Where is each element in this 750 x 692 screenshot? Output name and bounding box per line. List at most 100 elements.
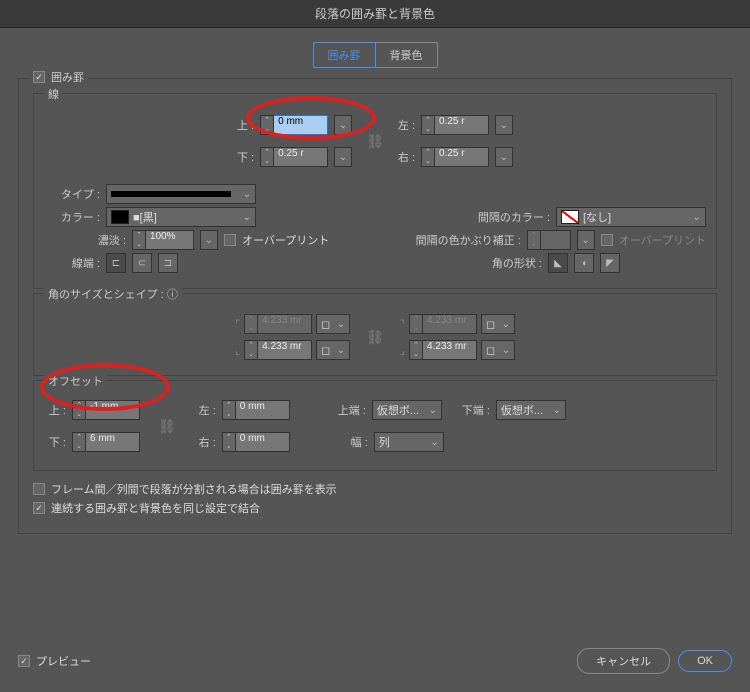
width-dropdown[interactable]: 列 bbox=[374, 432, 444, 452]
join-bevel-icon[interactable]: ◤ bbox=[600, 253, 620, 273]
corner-tl-shape[interactable]: ◻ bbox=[316, 314, 350, 334]
corner-bl-shape[interactable]: ◻ bbox=[316, 340, 350, 360]
stroke-bottom-input[interactable]: 0.25 r bbox=[274, 147, 328, 167]
topedge-label: 上端 : bbox=[338, 402, 366, 418]
link-icon[interactable]: ⛓ bbox=[366, 133, 384, 150]
stroke-top-label: 上 : bbox=[237, 117, 254, 133]
tint-unit[interactable] bbox=[200, 230, 218, 250]
offset-bottom-input[interactable]: 6 mm bbox=[86, 432, 140, 452]
cap-label: 線端 : bbox=[44, 255, 100, 271]
gap-tint-unit bbox=[577, 230, 595, 250]
tint-stepper[interactable]: ⌃⌄ bbox=[132, 230, 146, 250]
corner-bl-icon: ⌞ bbox=[235, 344, 240, 357]
offset-bottom-stepper[interactable]: ⌃⌄ bbox=[72, 432, 86, 452]
stroke-type-dropdown[interactable] bbox=[106, 184, 256, 204]
corner-tl-input: 4.233 mr bbox=[258, 314, 312, 334]
swatch-none bbox=[561, 210, 579, 224]
offset-left-input[interactable]: 0 mm bbox=[236, 400, 290, 420]
corner-tr-stepper: ⌃⌄ bbox=[409, 314, 423, 334]
stroke-bottom-unit[interactable] bbox=[334, 147, 352, 167]
corner-bl-stepper[interactable]: ⌃⌄ bbox=[244, 340, 258, 360]
join-miter-icon[interactable]: ◣ bbox=[548, 253, 568, 273]
stroke-top-stepper[interactable]: ⌃⌄ bbox=[260, 115, 274, 135]
color-label: カラー : bbox=[44, 209, 100, 225]
tab-border[interactable]: 囲み罫 bbox=[313, 42, 376, 68]
join-round-icon[interactable]: ◖ bbox=[574, 253, 594, 273]
cap-butt-icon[interactable]: ⊏ bbox=[106, 253, 126, 273]
stroke-color-dropdown[interactable]: ■[黒] bbox=[106, 207, 256, 227]
cancel-button[interactable]: キャンセル bbox=[577, 648, 670, 674]
gap-overprint-label: オーバープリント bbox=[619, 232, 706, 248]
offset-left-label: 左 : bbox=[194, 402, 216, 418]
corner-bl-input[interactable]: 4.233 mr bbox=[258, 340, 312, 360]
gap-overprint-checkbox bbox=[601, 234, 613, 246]
corner-br-shape[interactable]: ◻ bbox=[481, 340, 515, 360]
merge-label: 連続する囲み罫と背景色を同じ設定で結合 bbox=[51, 500, 260, 516]
tint-label: 濃淡 : bbox=[56, 232, 126, 248]
stroke-right-unit[interactable] bbox=[495, 147, 513, 167]
width-label: 幅 : bbox=[338, 434, 368, 450]
gap-tint-label: 間隔の色かぶり補正 : bbox=[416, 232, 521, 248]
stroke-bottom-label: 下 : bbox=[237, 149, 254, 165]
gap-tint-stepper: ⌃⌄ bbox=[527, 230, 541, 250]
bottomedge-dropdown[interactable]: 仮想ボ... bbox=[496, 400, 566, 420]
offset-right-input[interactable]: 0 mm bbox=[236, 432, 290, 452]
offset-top-stepper[interactable]: ⌃⌄ bbox=[72, 400, 86, 420]
stroke-right-stepper[interactable]: ⌃⌄ bbox=[421, 147, 435, 167]
offset-top-input[interactable]: -1 mm bbox=[86, 400, 140, 420]
stroke-left-stepper[interactable]: ⌃⌄ bbox=[421, 115, 435, 135]
stroke-top-unit[interactable] bbox=[334, 115, 352, 135]
corner-tr-input: 4.233 mr bbox=[423, 314, 477, 334]
stroke-top-input[interactable]: 0 mm bbox=[274, 115, 328, 135]
corners-group: 角のサイズとシェイプ : ⓘ ⌜ ⌃⌄4.233 mr ◻ ⌞ ⌃⌄4.233 … bbox=[33, 293, 717, 376]
enable-border-checkbox[interactable] bbox=[33, 71, 45, 83]
gap-color-dropdown[interactable]: [なし] bbox=[556, 207, 706, 227]
preview-label: プレビュー bbox=[36, 653, 91, 669]
offset-group: オフセット 上 : ⌃⌄-1 mm 下 : ⌃⌄6 mm ⛓ 左 : ⌃⌄0 m… bbox=[33, 380, 717, 471]
preview-checkbox[interactable] bbox=[18, 655, 30, 667]
offset-top-label: 上 : bbox=[44, 402, 66, 418]
stroke-right-input[interactable]: 0.25 r bbox=[435, 147, 489, 167]
stroke-group: 線 上 : ⌃⌄ 0 mm 下 : ⌃⌄ 0.25 r bbox=[33, 93, 717, 289]
corner-br-input[interactable]: 4.233 mr bbox=[423, 340, 477, 360]
topedge-dropdown[interactable]: 仮想ボ... bbox=[372, 400, 442, 420]
window-title: 段落の囲み罫と背景色 bbox=[0, 0, 750, 28]
stroke-right-label: 右 : bbox=[398, 149, 415, 165]
offset-legend: オフセット bbox=[44, 373, 107, 389]
stroke-type-preview bbox=[111, 191, 231, 197]
type-label: タイプ : bbox=[44, 186, 100, 202]
split-checkbox[interactable] bbox=[33, 483, 45, 495]
corner-br-stepper[interactable]: ⌃⌄ bbox=[409, 340, 423, 360]
corner-tl-icon: ⌜ bbox=[235, 318, 240, 331]
stroke-left-input[interactable]: 0.25 r bbox=[435, 115, 489, 135]
offset-right-stepper[interactable]: ⌃⌄ bbox=[222, 432, 236, 452]
corners-legend: 角のサイズとシェイプ : ⓘ bbox=[44, 286, 182, 302]
tint-input[interactable]: 100% bbox=[146, 230, 194, 250]
swatch-black bbox=[111, 210, 129, 224]
offset-link-icon[interactable]: ⛓ bbox=[158, 418, 176, 435]
tab-background[interactable]: 背景色 bbox=[376, 42, 438, 68]
cap-round-icon[interactable]: ⊂ bbox=[132, 253, 152, 273]
split-label: フレーム間／列間で段落が分割される場合は囲み罫を表示 bbox=[51, 481, 337, 497]
stroke-legend: 線 bbox=[44, 86, 63, 102]
enable-border-label: 囲み罫 bbox=[51, 69, 84, 85]
corner-tr-icon: ⌝ bbox=[400, 318, 405, 331]
overprint-checkbox[interactable] bbox=[224, 234, 236, 246]
merge-checkbox[interactable] bbox=[33, 502, 45, 514]
overprint-label: オーバープリント bbox=[242, 232, 329, 248]
bottomedge-label: 下端 : bbox=[462, 402, 490, 418]
ok-button[interactable]: OK bbox=[678, 650, 732, 672]
tabs: 囲み罫背景色 bbox=[0, 28, 750, 78]
footer: プレビュー キャンセル OK bbox=[0, 638, 750, 692]
stroke-left-unit[interactable] bbox=[495, 115, 513, 135]
corner-br-icon: ⌟ bbox=[400, 344, 405, 357]
offset-right-label: 右 : bbox=[194, 434, 216, 450]
corner-tr-shape[interactable]: ◻ bbox=[481, 314, 515, 334]
offset-left-stepper[interactable]: ⌃⌄ bbox=[222, 400, 236, 420]
cap-square-icon[interactable]: ⊐ bbox=[158, 253, 178, 273]
stroke-bottom-stepper[interactable]: ⌃⌄ bbox=[260, 147, 274, 167]
stroke-left-label: 左 : bbox=[398, 117, 415, 133]
corner-link-icon[interactable]: ⛓ bbox=[366, 329, 384, 346]
corner-tl-stepper: ⌃⌄ bbox=[244, 314, 258, 334]
info-icon[interactable]: ⓘ bbox=[167, 289, 178, 301]
